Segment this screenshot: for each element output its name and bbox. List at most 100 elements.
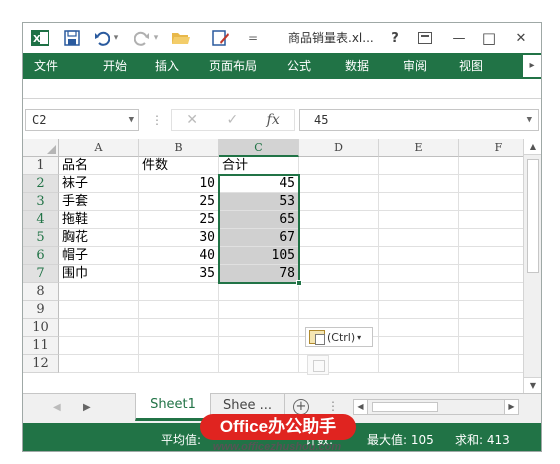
tab-review[interactable]: 审阅 — [395, 53, 435, 79]
tab-formulas[interactable]: 公式 — [279, 53, 319, 79]
undo-icon[interactable] — [93, 28, 111, 48]
column-header-d[interactable]: D — [299, 139, 379, 157]
row-header[interactable]: 9 — [23, 301, 59, 319]
empty-cell[interactable] — [299, 193, 379, 211]
horizontal-scrollbar[interactable]: ◀ ▶ — [353, 399, 519, 415]
column-header-c[interactable]: C — [219, 139, 299, 157]
empty-cell[interactable] — [299, 283, 379, 301]
cell-a5[interactable]: 胸花 — [59, 229, 139, 247]
cell-a4[interactable]: 拖鞋 — [59, 211, 139, 229]
empty-cell[interactable] — [299, 247, 379, 265]
empty-cell[interactable] — [379, 211, 459, 229]
tab-insert[interactable]: 插入 — [147, 53, 187, 79]
empty-cell[interactable] — [459, 355, 523, 373]
sheet-nav-prev-icon[interactable]: ◀ — [53, 402, 61, 413]
empty-cell[interactable] — [459, 247, 523, 265]
empty-cell[interactable] — [459, 229, 523, 247]
close-button[interactable]: ✕ — [513, 28, 529, 48]
empty-cell[interactable] — [459, 175, 523, 193]
worksheet-grid[interactable]: A B C D E F 1 2 3 4 5 6 7 8 9 10 11 12 品… — [23, 139, 523, 393]
tab-page-layout[interactable]: 页面布局 — [201, 53, 265, 79]
column-header-f[interactable]: F — [459, 139, 523, 157]
cell-b4[interactable]: 25 — [139, 211, 219, 229]
empty-cell[interactable] — [379, 301, 459, 319]
scroll-down-icon[interactable]: ▼ — [524, 377, 541, 393]
row-header[interactable]: 8 — [23, 283, 59, 301]
empty-cell[interactable] — [299, 265, 379, 283]
empty-cell[interactable] — [379, 337, 459, 355]
empty-cell[interactable] — [299, 229, 379, 247]
row-header[interactable]: 2 — [23, 175, 59, 193]
empty-cell[interactable] — [459, 211, 523, 229]
column-header-a[interactable]: A — [59, 139, 139, 157]
undo-dropdown-icon[interactable]: ▾ — [111, 28, 121, 48]
empty-cell[interactable] — [459, 283, 523, 301]
cell-b5[interactable]: 30 — [139, 229, 219, 247]
empty-cell[interactable] — [139, 301, 219, 319]
empty-cell[interactable] — [379, 157, 459, 175]
empty-cell[interactable] — [59, 337, 139, 355]
empty-cell[interactable] — [139, 337, 219, 355]
empty-cell[interactable] — [379, 193, 459, 211]
tab-view[interactable]: 视图 — [451, 53, 491, 79]
sheet-nav-next-icon[interactable]: ▶ — [83, 402, 91, 413]
tab-home[interactable]: 开始 — [95, 53, 135, 79]
row-header[interactable]: 5 — [23, 229, 59, 247]
column-header-b[interactable]: B — [139, 139, 219, 157]
empty-cell[interactable] — [59, 283, 139, 301]
empty-cell[interactable] — [459, 193, 523, 211]
empty-cell[interactable] — [379, 229, 459, 247]
empty-cell[interactable] — [59, 301, 139, 319]
cell-c5[interactable]: 67 — [219, 229, 299, 247]
scroll-right-icon[interactable]: ▶ — [504, 400, 518, 414]
formula-input[interactable]: 45 ▼ — [299, 109, 539, 131]
cell-a7[interactable]: 围巾 — [59, 265, 139, 283]
insert-function-icon[interactable]: fx — [267, 112, 280, 128]
empty-cell[interactable] — [219, 283, 299, 301]
chevron-down-icon[interactable]: ▼ — [129, 110, 134, 130]
column-header-e[interactable]: E — [379, 139, 459, 157]
empty-cell[interactable] — [379, 247, 459, 265]
row-header[interactable]: 1 — [23, 157, 59, 175]
empty-cell[interactable] — [59, 355, 139, 373]
empty-cell[interactable] — [459, 301, 523, 319]
edit-icon[interactable] — [211, 28, 231, 48]
empty-cell[interactable] — [219, 337, 299, 355]
empty-cell[interactable] — [219, 301, 299, 319]
tab-file[interactable]: 文件 — [23, 53, 69, 79]
cell-a3[interactable]: 手套 — [59, 193, 139, 211]
empty-cell[interactable] — [459, 265, 523, 283]
cell-b1[interactable]: 件数 — [139, 157, 219, 175]
save-icon[interactable] — [63, 28, 81, 48]
cell-c2[interactable]: 45 — [219, 175, 299, 193]
row-header[interactable]: 6 — [23, 247, 59, 265]
cell-b2[interactable]: 10 — [139, 175, 219, 193]
excel-icon[interactable]: X — [31, 28, 49, 48]
sheet-tab-sheet1[interactable]: Sheet1 — [135, 393, 211, 421]
row-header[interactable]: 7 — [23, 265, 59, 283]
empty-cell[interactable] — [139, 283, 219, 301]
empty-cell[interactable] — [379, 355, 459, 373]
empty-cell[interactable] — [459, 319, 523, 337]
empty-cell[interactable] — [299, 175, 379, 193]
minimize-button[interactable]: — — [451, 28, 467, 48]
empty-cell[interactable] — [299, 157, 379, 175]
empty-cell[interactable] — [59, 319, 139, 337]
help-button[interactable]: ? — [387, 28, 403, 48]
row-header[interactable]: 11 — [23, 337, 59, 355]
empty-cell[interactable] — [219, 319, 299, 337]
expand-formula-bar-icon[interactable]: ▼ — [527, 110, 532, 130]
paste-options-button[interactable]: (Ctrl) ▾ — [305, 327, 373, 347]
cell-a6[interactable]: 帽子 — [59, 247, 139, 265]
cell-c1[interactable]: 合计 — [219, 157, 299, 175]
empty-cell[interactable] — [379, 265, 459, 283]
scroll-left-icon[interactable]: ◀ — [354, 400, 368, 414]
row-header[interactable]: 4 — [23, 211, 59, 229]
scroll-up-icon[interactable]: ▲ — [524, 139, 541, 155]
name-box[interactable]: C2 ▼ — [25, 109, 139, 131]
empty-cell[interactable] — [379, 319, 459, 337]
cancel-icon[interactable]: ✕ — [186, 112, 198, 128]
cell-c7[interactable]: 78 — [219, 265, 299, 283]
quick-analysis-icon[interactable] — [307, 355, 329, 375]
redo-icon[interactable] — [133, 28, 151, 48]
